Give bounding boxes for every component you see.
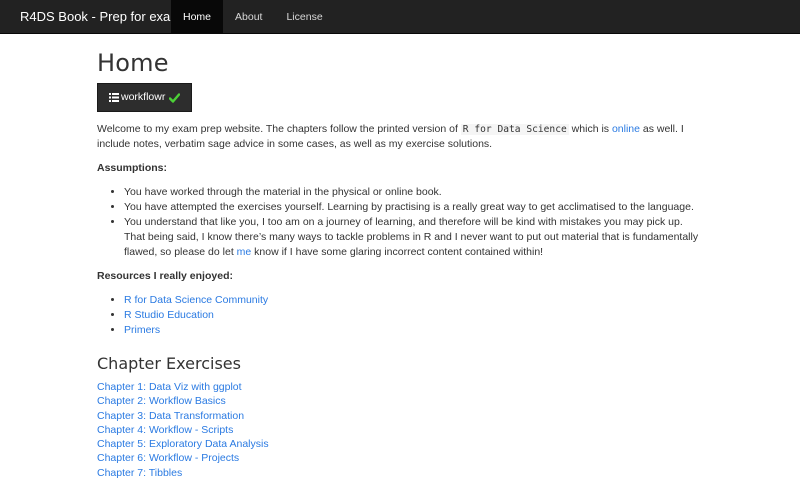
- nav-menu: Home About License: [171, 0, 335, 34]
- list-item: R for Data Science Community: [124, 293, 700, 308]
- chapter-link[interactable]: Chapter 6: Workflow - Projects: [97, 451, 707, 465]
- chapter-link[interactable]: Chapter 4: Workflow - Scripts: [97, 423, 707, 437]
- main-content: Home workflowr Welcome to my exam prep w…: [97, 34, 707, 480]
- intro-paragraph: Welcome to my exam prep website. The cha…: [97, 123, 684, 150]
- resource-link[interactable]: R for Data Science Community: [124, 294, 268, 306]
- assumptions-list: You have worked through the material in …: [97, 185, 700, 260]
- list-item: R Studio Education: [124, 308, 700, 323]
- online-link[interactable]: online: [612, 123, 640, 135]
- resource-link[interactable]: Primers: [124, 324, 160, 336]
- page-title: Home: [97, 49, 169, 77]
- site-brand[interactable]: R4DS Book - Prep for exam: [20, 0, 181, 34]
- nav-license[interactable]: License: [274, 0, 334, 34]
- workflowr-label: workflowr: [121, 91, 166, 103]
- list-item: You have worked through the material in …: [124, 185, 700, 200]
- list-item: You understand that like you, I too am o…: [124, 215, 700, 260]
- chapter-link[interactable]: Chapter 7: Tibbles: [97, 466, 707, 480]
- resource-link[interactable]: R Studio Education: [124, 309, 214, 321]
- checkmark-icon: [169, 92, 181, 103]
- chapter-link[interactable]: Chapter 2: Workflow Basics: [97, 394, 707, 408]
- nav-home[interactable]: Home: [171, 0, 224, 34]
- nav-about[interactable]: About: [223, 0, 274, 34]
- list-item: Primers: [124, 323, 700, 338]
- book-title-code: R for Data Science: [460, 124, 569, 135]
- assumptions-label: Assumptions:: [97, 162, 168, 174]
- chapter-link[interactable]: Chapter 3: Data Transformation: [97, 409, 707, 423]
- list-item: You have attempted the exercises yoursel…: [124, 200, 700, 215]
- chapter-link[interactable]: Chapter 5: Exploratory Data Analysis: [97, 437, 707, 451]
- top-navbar: R4DS Book - Prep for exam Home About Lic…: [0, 0, 800, 34]
- chapter-links: Chapter 1: Data Viz with ggplot Chapter …: [97, 380, 707, 480]
- list-icon: [109, 93, 119, 102]
- me-link[interactable]: me: [237, 246, 252, 258]
- resources-label: Resources I really enjoyed:: [97, 270, 233, 282]
- chapter-link[interactable]: Chapter 1: Data Viz with ggplot: [97, 380, 707, 394]
- chapter-exercises-title: Chapter Exercises: [97, 354, 241, 373]
- workflowr-button[interactable]: workflowr: [97, 83, 193, 112]
- resources-list: R for Data Science Community R Studio Ed…: [97, 293, 700, 338]
